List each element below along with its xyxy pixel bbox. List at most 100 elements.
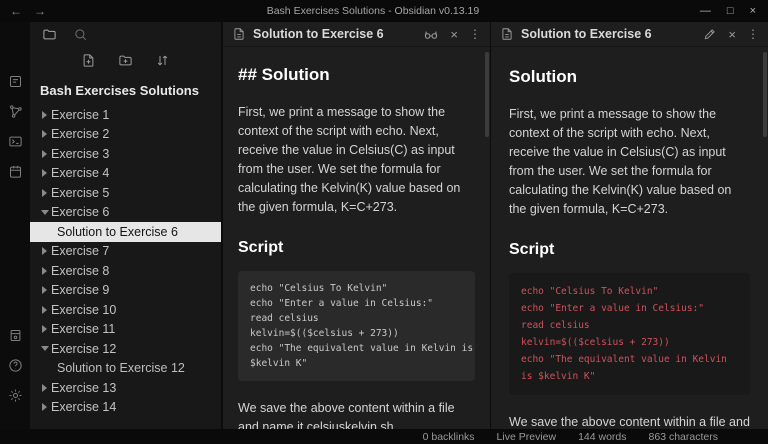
close-pane-icon[interactable]: × bbox=[450, 28, 458, 41]
collapse-icon bbox=[38, 384, 51, 392]
sidebar-item-exercise-8[interactable]: Exercise 8 bbox=[30, 261, 221, 281]
vault-title[interactable]: Bash Exercises Solutions bbox=[30, 74, 221, 105]
sidebar-item-exercise-4[interactable]: Exercise 4 bbox=[30, 164, 221, 184]
reading-view-toggle-icon[interactable] bbox=[423, 26, 439, 42]
code-line: echo "The equivalent value in Kelvin is bbox=[250, 341, 463, 356]
character-count: 863 characters bbox=[649, 431, 718, 443]
file-tree: Exercise 1 Exercise 2 Exercise 3 Exercis… bbox=[30, 105, 221, 429]
preview-pane-title: Solution to Exercise 6 bbox=[521, 27, 652, 41]
obsidian-window: ← → Bash Exercises Solutions - Obsidian … bbox=[0, 0, 768, 444]
note-icon bbox=[500, 27, 514, 41]
collapse-icon bbox=[38, 267, 51, 275]
folder-label: Exercise 6 bbox=[51, 205, 109, 219]
sidebar-item-exercise-14[interactable]: Exercise 14 bbox=[30, 398, 221, 418]
scrollbar[interactable] bbox=[763, 52, 767, 137]
sidebar-item-exercise-1[interactable]: Exercise 1 bbox=[30, 105, 221, 125]
explorer-nav-buttons bbox=[30, 46, 221, 74]
preview-content: Solution First, we print a message to sh… bbox=[491, 47, 768, 429]
close-pane-icon[interactable]: × bbox=[728, 28, 736, 41]
solution-heading: Solution bbox=[509, 67, 750, 87]
open-command-palette-icon[interactable] bbox=[8, 134, 23, 149]
code-line: echo "Enter a value in Celsius:" bbox=[250, 296, 463, 311]
open-quick-switcher-icon[interactable] bbox=[8, 74, 23, 89]
history-forward-icon[interactable]: → bbox=[34, 4, 46, 18]
backlinks-count[interactable]: 0 backlinks bbox=[423, 431, 475, 443]
collapse-icon bbox=[38, 247, 51, 255]
code-line: echo "Celsius To Kelvin" bbox=[250, 281, 463, 296]
files-tab-icon[interactable] bbox=[42, 27, 57, 42]
save-note-paragraph: We save the above content within a file … bbox=[509, 413, 750, 429]
word-count: 144 words bbox=[578, 431, 626, 443]
folder-label: Exercise 9 bbox=[51, 283, 109, 297]
more-options-icon[interactable]: ⋮ bbox=[469, 28, 481, 40]
help-icon[interactable] bbox=[8, 358, 23, 373]
open-graph-view-icon[interactable] bbox=[8, 104, 23, 119]
edit-view-toggle-icon[interactable] bbox=[703, 27, 717, 41]
folder-label: Exercise 1 bbox=[51, 108, 109, 122]
folder-label: Exercise 14 bbox=[51, 400, 116, 414]
collapse-icon bbox=[38, 130, 51, 138]
search-tab-icon[interactable] bbox=[73, 27, 88, 42]
editor-pane: Solution to Exercise 6 × ⋮ ## Solution F… bbox=[222, 22, 490, 429]
folder-label: Exercise 11 bbox=[51, 322, 115, 336]
new-folder-button[interactable] bbox=[118, 53, 133, 68]
open-daily-note-icon[interactable] bbox=[8, 164, 23, 179]
save-note-paragraph: We save the above content within a file … bbox=[238, 399, 475, 429]
code-line: $kelvin K" bbox=[250, 356, 463, 371]
sidebar-item-exercise-3[interactable]: Exercise 3 bbox=[30, 144, 221, 164]
sidebar-item-solution-to-exercise-12[interactable]: Solution to Exercise 12 bbox=[30, 359, 221, 379]
sidebar-item-solution-to-exercise-6[interactable]: Solution to Exercise 6 bbox=[30, 222, 221, 242]
sidebar-tabs bbox=[30, 22, 221, 46]
more-options-icon[interactable]: ⋮ bbox=[747, 28, 759, 40]
editor-pane-title: Solution to Exercise 6 bbox=[253, 27, 384, 41]
folder-label: Exercise 2 bbox=[51, 127, 109, 141]
collapse-icon bbox=[38, 150, 51, 158]
note-icon bbox=[232, 27, 246, 41]
sidebar-item-exercise-10[interactable]: Exercise 10 bbox=[30, 300, 221, 320]
editor-content[interactable]: ## Solution First, we print a message to… bbox=[223, 47, 490, 429]
sidebar-item-exercise-2[interactable]: Exercise 2 bbox=[30, 125, 221, 145]
code-block: echo "Celsius To Kelvin"echo "Enter a va… bbox=[509, 273, 750, 395]
code-block: echo "Celsius To Kelvin"echo "Enter a va… bbox=[238, 271, 475, 381]
titlebar: ← → Bash Exercises Solutions - Obsidian … bbox=[0, 0, 768, 22]
scrollbar[interactable] bbox=[485, 52, 489, 137]
collapse-icon bbox=[38, 306, 51, 314]
maximize-button[interactable]: □ bbox=[727, 5, 734, 17]
history-back-icon[interactable]: ← bbox=[10, 4, 22, 18]
preview-pane: Solution to Exercise 6 × ⋮ Solution Firs… bbox=[490, 22, 768, 429]
folder-label: Exercise 3 bbox=[51, 147, 109, 161]
code-line: kelvin=$(($celsius + 273)) bbox=[250, 326, 463, 341]
intro-paragraph: First, we print a message to show the co… bbox=[238, 103, 475, 217]
code-line: is $kelvin K" bbox=[521, 368, 738, 385]
code-line: echo "Celsius To Kelvin" bbox=[521, 283, 738, 300]
collapse-icon bbox=[38, 111, 51, 119]
code-line: echo "Enter a value in Celsius:" bbox=[521, 300, 738, 317]
sidebar-item-exercise-5[interactable]: Exercise 5 bbox=[30, 183, 221, 203]
markdown-heading: ## Solution bbox=[238, 65, 475, 85]
settings-icon[interactable] bbox=[8, 388, 23, 403]
script-heading: Script bbox=[509, 241, 750, 259]
open-another-vault-icon[interactable] bbox=[8, 328, 23, 343]
window-title: Bash Exercises Solutions - Obsidian v0.1… bbox=[46, 5, 700, 17]
collapse-icon bbox=[38, 325, 51, 333]
folder-label: Exercise 5 bbox=[51, 186, 109, 200]
folder-label: Exercise 10 bbox=[51, 303, 116, 317]
code-line: echo "The equivalent value in Kelvin bbox=[521, 351, 738, 368]
sidebar-item-exercise-6[interactable]: Exercise 6 bbox=[30, 203, 221, 223]
new-note-button[interactable] bbox=[81, 53, 96, 68]
editor-pane-header: Solution to Exercise 6 × ⋮ bbox=[223, 22, 490, 47]
code-line: kelvin=$(($celsius + 273)) bbox=[521, 334, 738, 351]
view-mode-indicator[interactable]: Live Preview bbox=[497, 431, 557, 443]
sidebar-item-exercise-13[interactable]: Exercise 13 bbox=[30, 378, 221, 398]
sidebar-item-exercise-7[interactable]: Exercise 7 bbox=[30, 242, 221, 262]
sidebar-item-exercise-9[interactable]: Exercise 9 bbox=[30, 281, 221, 301]
close-window-button[interactable]: × bbox=[750, 5, 756, 17]
sidebar-item-exercise-11[interactable]: Exercise 11 bbox=[30, 320, 221, 340]
minimize-button[interactable]: — bbox=[700, 5, 711, 17]
file-label: Solution to Exercise 12 bbox=[57, 361, 185, 375]
sidebar-item-exercise-12[interactable]: Exercise 12 bbox=[30, 339, 221, 359]
collapse-icon bbox=[38, 403, 51, 411]
folder-label: Exercise 8 bbox=[51, 264, 109, 278]
code-line: read celsius bbox=[250, 311, 463, 326]
sort-order-button[interactable] bbox=[155, 53, 170, 68]
